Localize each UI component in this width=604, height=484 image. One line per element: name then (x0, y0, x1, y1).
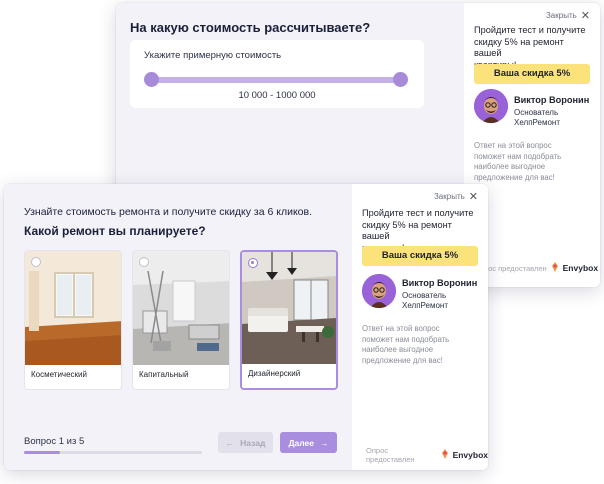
progress-bar-fill (24, 451, 60, 454)
question-title: Какой ремонт вы планируете? (24, 224, 206, 238)
promo-line: Пройдите тест и получите (474, 25, 586, 35)
back-button[interactable]: ← Назад (218, 432, 273, 453)
option-label: Капитальный (139, 370, 189, 379)
price-range-value: 10 000 - 1000 000 (238, 90, 316, 101)
slider-max-handle[interactable] (393, 72, 408, 87)
next-button[interactable]: Далее → (280, 432, 337, 453)
option-radio[interactable] (31, 257, 41, 267)
quiz-intro: Узнайте стоимость ремонта и получите ски… (24, 206, 313, 218)
quiz-main-area: Узнайте стоимость ремонта и получите ски… (4, 184, 352, 470)
role-line: Основатель (402, 291, 447, 300)
brand-name: Envybox (562, 263, 599, 273)
close-button[interactable]: Закрыть ✕ (434, 190, 478, 203)
option-label: Дизайнерский (248, 369, 301, 378)
promo-line: скидку 5% на ремонт вашей (474, 36, 564, 59)
progress-bar (24, 451, 202, 454)
person-role: Основатель ХелпРемонт (402, 291, 448, 311)
powered-by-label: Опрос предоставлен (366, 446, 415, 464)
person-name: Виктор Воронин (514, 95, 590, 105)
info-note: Ответ на этой вопрос поможет нам подобра… (474, 141, 592, 183)
quiz-sidebar: Закрыть ✕ Пройдите тест и получите скидк… (352, 184, 488, 470)
close-icon[interactable]: ✕ (469, 190, 478, 203)
avatar (474, 89, 508, 123)
back-button-label: Назад (240, 437, 266, 448)
price-range-slider[interactable] (144, 72, 408, 87)
powered-by: Опрос предоставлен Envybox (474, 262, 598, 274)
discount-badge: Ваша скидка 5% (362, 246, 478, 266)
note-line: предложение для вас! (362, 355, 443, 365)
promo-line: скидку 5% на ремонт вашей (362, 219, 452, 242)
person-name: Виктор Воронин (402, 278, 478, 288)
note-line: Ответ на этой вопрос (474, 141, 552, 150)
envybox-logo-icon (441, 449, 449, 461)
avatar-illustration-icon (474, 89, 508, 123)
progress-label: Вопрос 1 из 5 (24, 436, 85, 447)
note-line: наиболее выгодное (474, 162, 546, 171)
person-role: Основатель ХелпРемонт (514, 108, 560, 128)
option-card-capital[interactable]: Капитальный (132, 250, 230, 390)
note-line: наиболее выгодное (362, 345, 434, 354)
quiz-window-front: Узнайте стоимость ремонта и получите ски… (4, 184, 488, 470)
powered-by: Опрос предоставлен Envybox (366, 446, 488, 464)
arrow-left-icon: ← (225, 437, 235, 448)
avatar (362, 274, 396, 308)
close-label: Закрыть (433, 192, 465, 201)
avatar-illustration-icon (362, 274, 396, 308)
option-label: Косметический (31, 370, 87, 379)
close-label: Закрыть (545, 11, 577, 20)
question-title: На какую стоимость рассчитываете? (130, 20, 371, 35)
envybox-logo-icon (551, 262, 559, 274)
note-line: Ответ на этой вопрос (362, 324, 440, 333)
discount-badge: Ваша скидка 5% (474, 64, 590, 84)
note-line: поможет нам подобрать (474, 151, 562, 161)
next-button-label: Далее (288, 437, 315, 448)
option-card-designer[interactable]: Дизайнерский (240, 250, 338, 390)
promo-line: Пройдите тест и получите (362, 208, 474, 218)
room-photo-designer (242, 252, 336, 366)
note-line: предложение для вас! (474, 172, 555, 182)
option-radio[interactable] (139, 257, 149, 267)
close-button[interactable]: Закрыть ✕ (546, 9, 590, 22)
room-photo-cosmetic (25, 251, 121, 365)
arrow-right-icon: → (320, 437, 329, 448)
room-photo-capital (133, 251, 229, 365)
info-note: Ответ на этой вопрос поможет нам подобра… (362, 324, 480, 366)
close-icon[interactable]: ✕ (581, 9, 590, 22)
price-range-label: Укажите примерную стоимость (144, 50, 282, 61)
slider-min-handle[interactable] (144, 72, 159, 87)
option-card-cosmetic[interactable]: Косметический (24, 250, 122, 390)
option-radio[interactable] (248, 258, 258, 268)
price-range-card: Укажите примерную стоимость 10 000 - 100… (130, 40, 424, 108)
role-line: Основатель (514, 108, 559, 117)
brand-name: Envybox (452, 450, 488, 460)
role-line: ХелпРемонт (514, 118, 560, 127)
role-line: ХелпРемонт (402, 301, 448, 310)
note-line: поможет нам подобрать (362, 334, 450, 344)
